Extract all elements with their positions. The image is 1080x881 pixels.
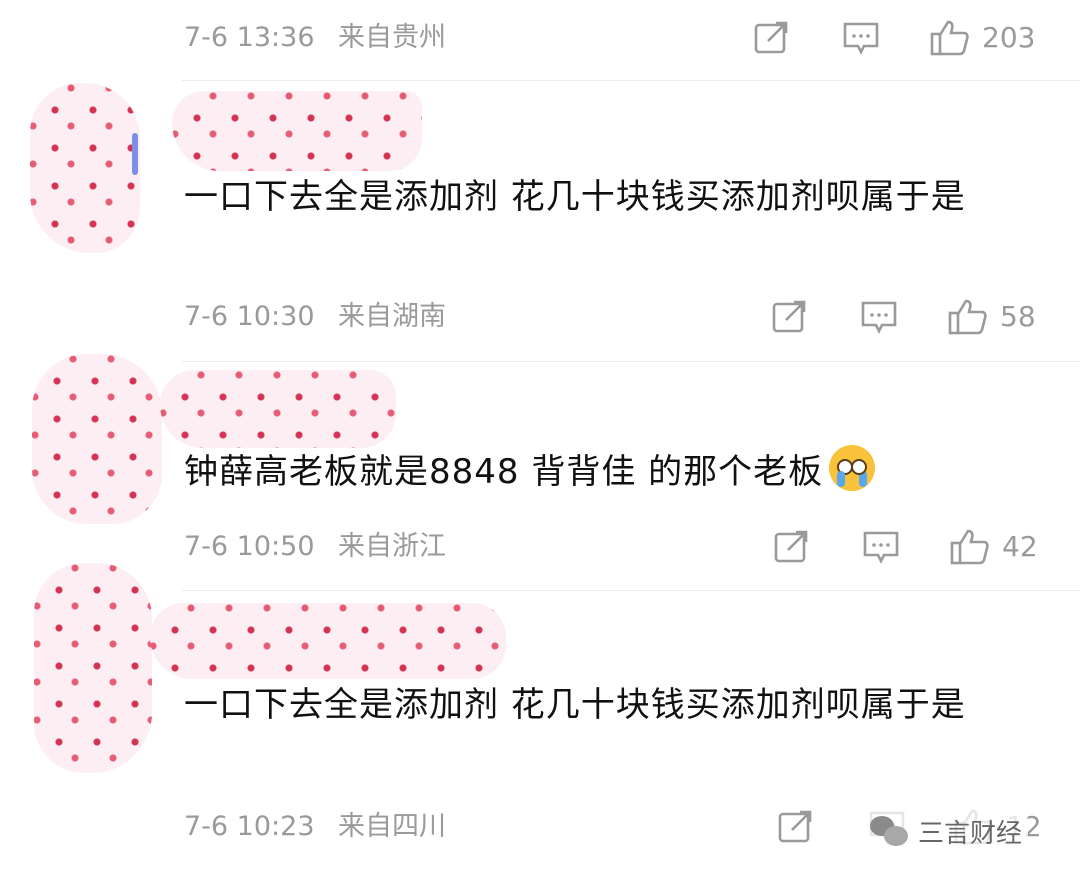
thumbs-up-icon — [950, 529, 989, 565]
wechat-icon — [870, 814, 910, 848]
comment-meta: 7-6 13:36 来自贵州 203 — [184, 18, 1044, 58]
crying-face-emoji — [829, 445, 876, 491]
username-redaction — [172, 91, 422, 171]
share-icon — [754, 21, 788, 54]
comment-meta: 7-6 10:50 来自浙江 42 — [184, 527, 1044, 567]
comment-text: 钟薛高老板就是8848 背背佳 的那个老板 — [184, 444, 1044, 500]
comment-button[interactable] — [842, 18, 880, 58]
avatar-redaction — [30, 83, 140, 253]
comment-location: 来自四川 — [338, 811, 446, 842]
avatar-redaction — [32, 354, 162, 524]
comment-time: 7-6 10:30 — [184, 301, 315, 332]
avatar-redaction — [34, 563, 152, 773]
comment-time: 7-6 10:50 — [184, 531, 315, 562]
share-button[interactable] — [754, 18, 790, 58]
previous-comment-meta: 7-6 13:36 来自贵州 203 — [0, 0, 1080, 80]
comment-meta: 7-6 10:30 来自湖南 58 — [184, 297, 1044, 337]
comment-time: 7-6 13:36 — [184, 22, 315, 53]
like-count: 58 — [1000, 300, 1036, 333]
comment-button[interactable] — [860, 297, 898, 337]
comment-text-content: 钟薛高老板就是8848 背背佳 的那个老板 — [184, 452, 824, 492]
comment-location: 来自贵州 — [338, 22, 446, 53]
thumbs-up-icon — [930, 20, 969, 56]
share-icon — [778, 810, 812, 843]
comment-location: 来自湖南 — [338, 301, 446, 332]
like-count: 42 — [1002, 530, 1038, 563]
comment-item: 钟薛高老板就是8848 背背佳 的那个老板 7-6 10:50 来自浙江 42 — [0, 354, 1080, 590]
comment-icon — [863, 531, 899, 564]
username-redaction — [160, 370, 396, 448]
share-icon — [774, 530, 808, 563]
comment-item: 一口下去全是添加剂 花几十块钱买添加剂呗属于是 7-6 10:30 来自湖南 5… — [0, 81, 1080, 361]
watermark: 三言财经 — [864, 806, 1029, 856]
comment-icon — [861, 301, 897, 334]
comment-button[interactable] — [862, 527, 900, 567]
comment-text: 一口下去全是添加剂 花几十块钱买添加剂呗属于是 — [184, 177, 966, 217]
like-button[interactable]: 203 — [930, 18, 1035, 58]
comment-text: 一口下去全是添加剂 花几十块钱买添加剂呗属于是 — [184, 685, 966, 725]
share-icon — [772, 300, 806, 333]
comment-location: 来自浙江 — [338, 531, 446, 562]
like-count: 203 — [982, 21, 1036, 54]
like-button[interactable]: 58 — [948, 297, 1036, 337]
like-button[interactable]: 42 — [950, 527, 1038, 567]
watermark-text: 三言财经 — [918, 818, 1023, 849]
share-button[interactable] — [774, 527, 810, 567]
share-button[interactable] — [772, 297, 808, 337]
comment-icon — [843, 22, 879, 55]
thumbs-up-icon — [948, 299, 987, 335]
username-redaction — [150, 603, 506, 679]
comment-time: 7-6 10:23 — [184, 811, 315, 842]
share-button[interactable] — [778, 807, 814, 847]
